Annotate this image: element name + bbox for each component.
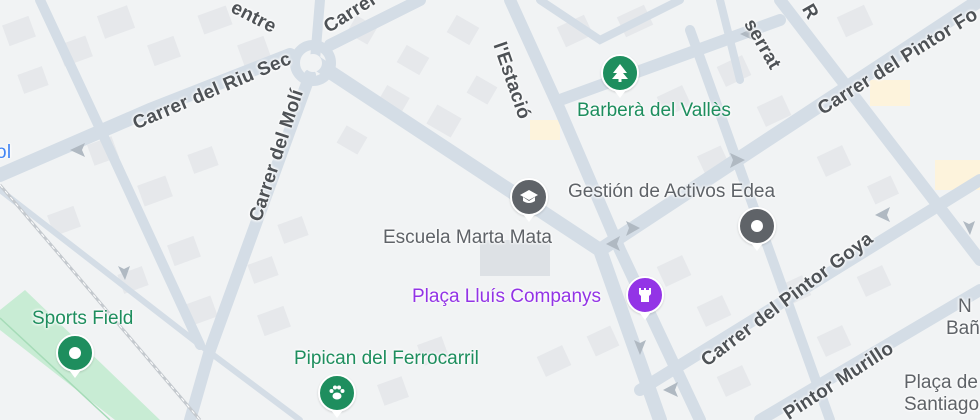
poi-label-nobanes-a[interactable]: N [958, 296, 972, 318]
poi-label-sports-field[interactable]: Sports Field [32, 308, 133, 330]
poi-label-nobanes-b[interactable]: Bañ [946, 318, 980, 340]
pin-dot-icon[interactable] [56, 334, 94, 372]
street-label-edge-left: ol [0, 142, 12, 163]
poi-label-placa-santiago-a[interactable]: Plaça de [904, 372, 978, 394]
poi-label-placa-lluis[interactable]: Plaça Lluís Companys [412, 286, 601, 308]
poi-label-escuela[interactable]: Escuela Marta Mata [383, 227, 552, 249]
pin-dot-icon[interactable] [738, 207, 776, 245]
poi-label-placa-santiago-b[interactable]: Santiago [904, 394, 979, 416]
map-base-layer [0, 0, 980, 420]
castle-icon[interactable] [626, 276, 664, 314]
poi-label-gestion[interactable]: Gestión de Activos Edea [568, 181, 775, 203]
poi-label-barbera[interactable]: Barberà del Vallès [577, 100, 731, 122]
map-canvas[interactable]: entre Carrer l'Estació serrat R Carrer d… [0, 0, 980, 420]
poi-label-pipican[interactable]: Pipican del Ferrocarril [294, 348, 479, 370]
graduation-cap-icon[interactable] [510, 178, 548, 216]
paw-icon[interactable] [318, 374, 356, 412]
tree-icon[interactable] [601, 54, 639, 92]
